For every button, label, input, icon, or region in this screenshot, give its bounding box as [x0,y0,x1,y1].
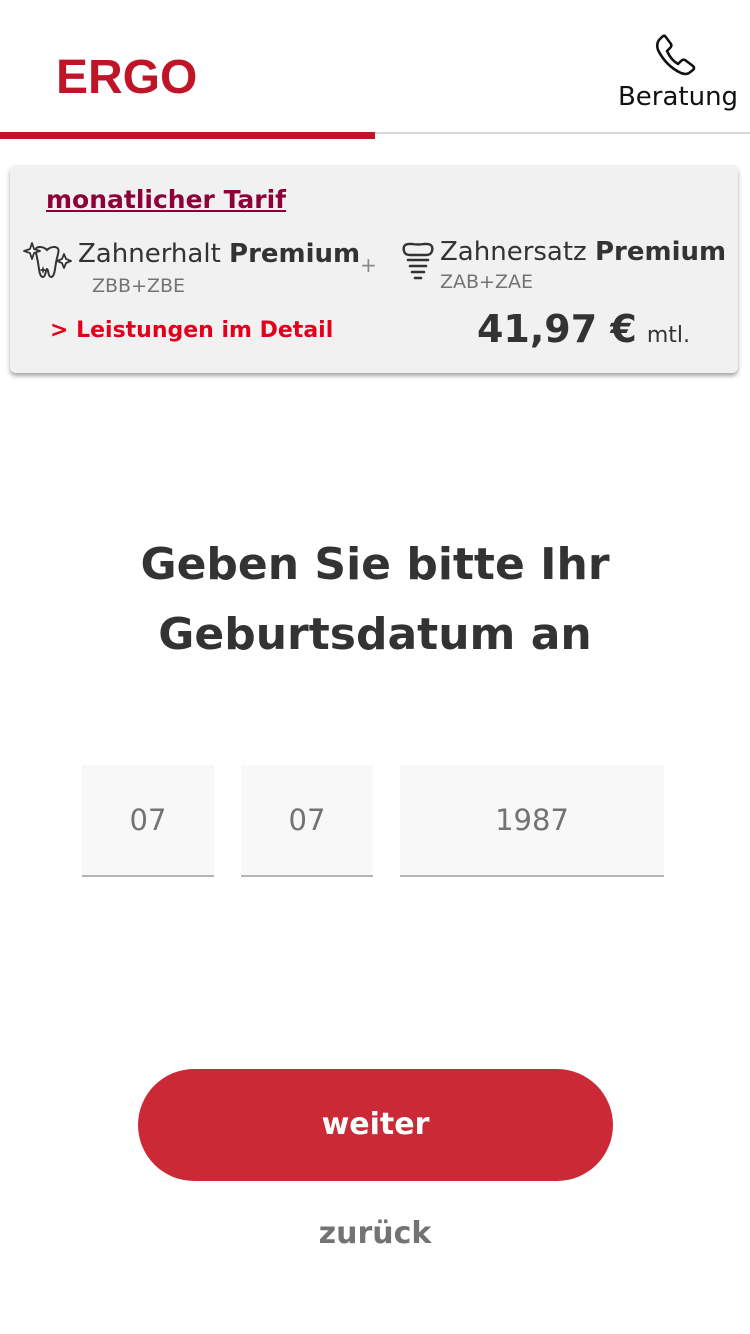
question-heading: Geben Sie bitte Ihr Geburtsdatum an [0,530,750,670]
price-unit: mtl. [646,323,690,348]
progress-bar [0,132,375,139]
product2-code: ZAB+ZAE [440,271,533,293]
price-value: 41,97 € [476,307,637,351]
product1-name: Zahnerhalt Premium [78,239,361,269]
product-zahnersatz: Zahnersatz Premium ZAB+ZAE [396,237,726,307]
monthly-tariff-link[interactable]: monatlicher Tarif [46,185,286,214]
product1-code: ZBB+ZBE [92,275,186,297]
product-zahnerhalt: Zahnerhalt Premium ZBB+ZBE [22,239,362,309]
back-link[interactable]: zurück [0,1216,750,1251]
question-line-1: Geben Sie bitte Ihr [140,539,610,590]
birth-day-input[interactable] [82,765,214,877]
header: ERGO Beratung [0,0,750,132]
benefits-detail-link[interactable]: > Leistungen im Detail [50,318,333,343]
question-line-2: Geburtsdatum an [158,609,592,660]
ergo-logo[interactable]: ERGO [56,50,197,105]
birth-year-input[interactable] [400,765,664,877]
sparkling-tooth-icon [23,242,72,279]
dental-implant-icon [402,242,434,280]
birth-month-input[interactable] [241,765,373,877]
next-button[interactable]: weiter [138,1069,613,1181]
phone-icon [655,34,696,76]
price: 41,97 € mtl. [477,307,690,351]
product2-name: Zahnersatz Premium [440,237,727,267]
plus-sign: + [360,253,377,277]
beratung-button[interactable]: Beratung [600,30,750,112]
tarif-card: monatlicher Tarif Zahnerhalt Premium ZBB… [10,165,738,373]
beratung-label: Beratung [617,82,739,112]
